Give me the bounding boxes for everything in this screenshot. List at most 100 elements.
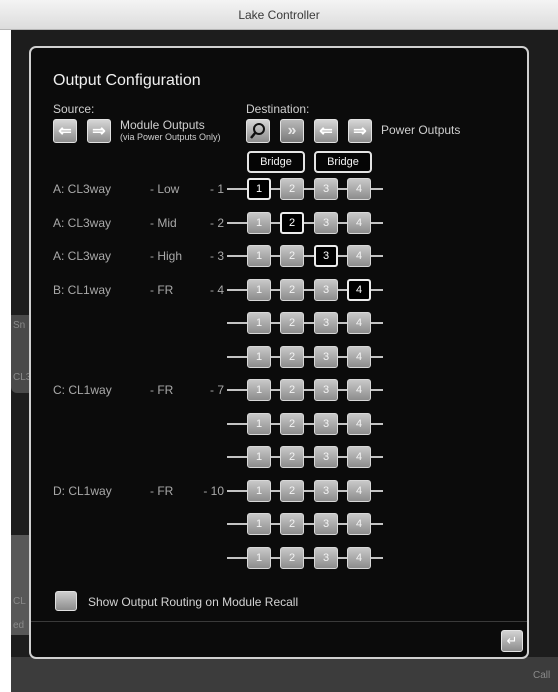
power-output-cell[interactable]: 3 [314,312,338,334]
power-output-cell[interactable]: 2 [280,278,304,301]
left-arrow-icon: ⇐ [319,123,333,140]
power-output-cell[interactable]: 4 [347,379,371,401]
background-fragment: Sn [13,320,26,331]
enter-return-icon: ↵ [506,633,518,648]
destination-search-button[interactable] [246,119,270,143]
module-name: C: CL1way [53,383,112,397]
output-number: - 2 [209,215,224,230]
destination-prev-button[interactable]: ⇐ [314,119,338,143]
routing-row: A: CL3way - Low - 1 1234 [31,177,527,201]
power-output-cell[interactable]: 2 [280,513,304,535]
power-output-cell[interactable]: 1 [247,345,271,368]
output-number: - 3 [209,249,224,263]
power-output-cell[interactable]: 1 [247,245,271,267]
power-output-cell[interactable]: 1 [247,513,271,535]
routing-row: C: CL1way - FR - 7 1234 [31,378,527,402]
output-configuration-dialog: Output Configuration Source: ⇐ ⇒ Module … [29,46,529,659]
background-bottom-bar [11,657,558,692]
routing-row: B: CL1way - FR - 4 1234 [31,278,527,302]
power-output-cell[interactable]: 2 [280,312,304,334]
power-output-cell[interactable]: 1 [247,211,271,234]
bridge-button-1-2[interactable]: Bridge [247,151,305,173]
power-output-cell[interactable]: 3 [314,178,338,200]
power-output-cell[interactable]: 2 [280,245,304,267]
band-label: - FR [150,282,174,297]
bridge-button-3-4[interactable]: Bridge [314,151,372,173]
power-output-cell[interactable]: 3 [314,278,338,301]
power-output-cell[interactable]: 3 [314,513,338,535]
ok-enter-button[interactable]: ↵ [501,630,523,652]
power-output-cell[interactable]: 3 [314,546,338,569]
power-output-cell[interactable]: 1 [247,379,271,401]
power-output-cell[interactable]: 4 [347,278,371,301]
power-output-cell[interactable]: 3 [314,479,338,502]
window-title: Lake Controller [238,8,320,22]
power-output-cell[interactable]: 3 [314,446,338,468]
output-number: - 7 [209,383,224,397]
window-title-bar: Lake Controller [0,0,558,30]
right-arrow-icon: ⇒ [92,123,106,140]
power-output-cell[interactable]: 4 [347,245,371,267]
source-subtitle: (via Power Outputs Only) [120,132,221,142]
power-output-cell[interactable]: 1 [247,412,271,435]
power-output-cell[interactable]: 3 [314,412,338,435]
module-name: A: CL3way [53,215,112,230]
band-label: - High [150,249,183,263]
routing-row: 1234 [31,412,527,436]
power-output-cell[interactable]: 3 [314,211,338,234]
background-fragment: CL [13,596,26,607]
source-prev-button[interactable]: ⇐ [53,119,77,143]
power-output-cell[interactable]: 3 [314,345,338,368]
power-output-cell[interactable]: 3 [314,379,338,401]
power-output-cell[interactable]: 1 [247,278,271,301]
routing-row: D: CL1way - FR - 10 1 2 3 4 [31,479,527,503]
power-output-cell[interactable]: 2 [280,479,304,502]
module-name: D: CL1way [53,483,112,498]
power-output-cell[interactable]: 2 [280,412,304,435]
power-output-cell[interactable]: 4 [347,412,371,435]
power-output-cell[interactable]: 1 [247,546,271,569]
destination-next-button[interactable]: ⇒ [348,119,372,143]
source-next-button[interactable]: ⇒ [87,119,111,143]
destination-name: Power Outputs [381,123,461,137]
power-output-cell[interactable]: 4 [347,446,371,468]
dialog-footer-divider [31,621,527,622]
left-arrow-icon: ⇐ [58,123,72,140]
power-output-cell[interactable]: 2 [280,379,304,401]
module-name: A: CL3way [53,249,112,263]
power-output-cell[interactable]: 4 [347,345,371,368]
show-routing-label: Show Output Routing on Module Recall [88,595,299,609]
power-output-cell[interactable]: 2 [280,345,304,368]
power-output-cell[interactable]: 1 [247,312,271,334]
power-output-cell[interactable]: 4 [347,513,371,535]
power-output-cell[interactable]: 2 [280,446,304,468]
module-name: B: CL1way [53,282,112,297]
routing-row: 1234 [31,546,527,570]
routing-row: A: CL3way - High - 3 1234 [31,244,527,268]
power-output-cell[interactable]: 4 [347,312,371,334]
power-output-cell[interactable]: 3 [314,245,338,267]
power-output-cell[interactable]: 2 [280,178,304,200]
destination-jump-button[interactable]: » [280,119,304,143]
power-output-cell[interactable]: 4 [347,211,371,234]
routing-row: 1234 [31,445,527,469]
band-label: - FR [150,483,174,498]
power-output-cell[interactable]: 1 [247,479,271,502]
power-output-cell[interactable]: 1 [247,178,271,200]
right-arrow-icon: ⇒ [353,123,367,140]
power-output-cell[interactable]: 4 [347,178,371,200]
routing-row: 1234 [31,512,527,536]
power-output-cell[interactable]: 2 [280,211,304,234]
output-number: - 4 [209,282,224,297]
power-output-cell[interactable]: 4 [347,479,371,502]
power-output-cell[interactable]: 1 [247,446,271,468]
routing-row: A: CL3way - Mid - 2 1234 [31,211,527,235]
band-label: - Mid [150,215,177,230]
routing-row: 1234 [31,311,527,335]
routing-row: 1234 [31,345,527,369]
source-label: Source: [53,102,95,116]
show-routing-checkbox[interactable] [55,591,77,611]
power-output-cell[interactable]: 4 [347,546,371,569]
destination-label: Destination: [246,102,310,116]
power-output-cell[interactable]: 2 [280,546,304,569]
